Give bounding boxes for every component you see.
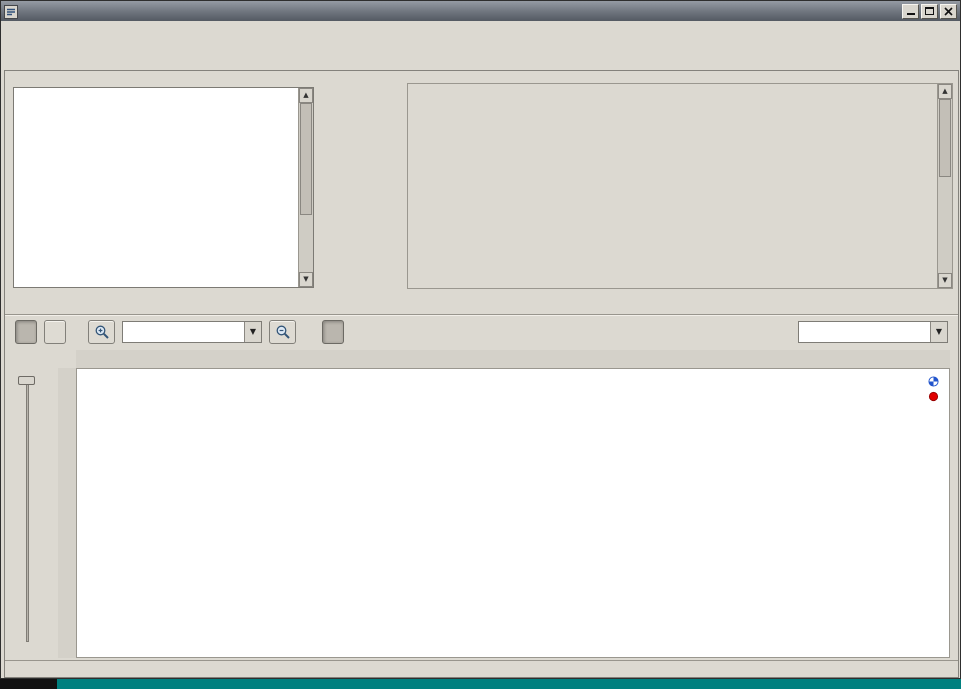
maximize-button[interactable] xyxy=(921,4,938,19)
scroll-up-icon[interactable]: ▲ xyxy=(938,84,952,99)
menubar xyxy=(1,21,960,44)
app-window: ▲ ▼ ▲ ▼ ▼ xyxy=(0,0,961,679)
rotation-slider[interactable] xyxy=(26,380,29,642)
scroll-down-icon[interactable]: ▼ xyxy=(299,272,313,287)
scrollbar-thumb[interactable] xyxy=(300,103,312,215)
rotation-slider-handle[interactable] xyxy=(18,376,35,385)
back-view-button[interactable] xyxy=(44,320,66,344)
add-component-panel: ▲ ▼ xyxy=(407,83,953,289)
rocket-design-pane: ▲ ▼ ▲ ▼ ▼ xyxy=(4,70,959,678)
stage-1-toggle[interactable] xyxy=(322,320,344,344)
vertical-ruler xyxy=(58,368,76,658)
chevron-down-icon[interactable]: ▼ xyxy=(244,322,261,342)
status-hint-bar xyxy=(5,660,958,678)
add-panel-scrollbar[interactable]: ▲ ▼ xyxy=(937,84,952,288)
component-tree[interactable] xyxy=(15,89,297,286)
horizontal-ruler xyxy=(76,350,950,368)
side-view-button[interactable] xyxy=(15,320,37,344)
tab-bar xyxy=(1,44,960,70)
minimize-button[interactable] xyxy=(902,4,919,19)
rocket-diagram[interactable] xyxy=(76,368,950,658)
close-icon xyxy=(944,7,953,16)
minimize-icon xyxy=(907,8,915,15)
magnifier-minus-icon xyxy=(275,324,291,340)
scroll-up-icon[interactable]: ▲ xyxy=(299,88,313,103)
rocket-view-area xyxy=(5,348,958,660)
titlebar[interactable] xyxy=(1,1,960,21)
view-toolbar: ▼ ▼ xyxy=(5,314,958,348)
scroll-down-icon[interactable]: ▼ xyxy=(938,273,952,288)
zoom-level-select[interactable]: ▼ xyxy=(122,321,262,343)
motor-configuration-select[interactable]: ▼ xyxy=(798,321,948,343)
close-button[interactable] xyxy=(940,4,957,19)
magnifier-plus-icon xyxy=(94,324,110,340)
zoom-out-button[interactable] xyxy=(269,320,296,344)
scrollbar-thumb[interactable] xyxy=(939,99,951,177)
zoom-in-button[interactable] xyxy=(88,320,115,344)
chevron-down-icon[interactable]: ▼ xyxy=(930,322,947,342)
desktop-strip xyxy=(0,679,57,689)
maximize-icon xyxy=(925,7,934,15)
tree-scrollbar[interactable]: ▲ ▼ xyxy=(298,88,313,287)
window-icon[interactable] xyxy=(4,4,18,18)
component-tree-panel: ▲ ▼ xyxy=(13,87,314,288)
